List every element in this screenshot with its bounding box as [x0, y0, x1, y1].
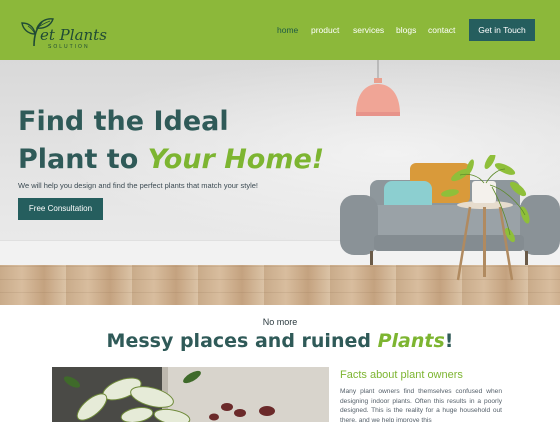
hero-title-accent: Your Home!	[147, 144, 325, 175]
sofa-illustration	[340, 155, 560, 281]
plants-photo-illustration	[52, 367, 329, 422]
brand-logo[interactable]: et Plants SOLUTION	[10, 8, 107, 50]
hero-title-plain: Plant to	[18, 144, 148, 175]
brand-name: et Plants	[40, 26, 107, 44]
hero-section: Find the Ideal Plant to Your Home! We wi…	[0, 60, 560, 305]
get-in-touch-button[interactable]: Get in Touch	[469, 19, 535, 41]
hero-title-line1: Find the Ideal	[18, 106, 229, 137]
brand-tagline: SOLUTION	[48, 44, 90, 50]
section-title: Messy places and ruined Plants!	[0, 330, 560, 352]
nav-link-blogs[interactable]: blogs	[396, 25, 416, 35]
free-consultation-button[interactable]: Free Consultation	[18, 198, 103, 220]
nav-link-product[interactable]: product	[311, 25, 339, 35]
pendant-lamp-illustration	[356, 60, 400, 116]
hero-title-line2: Plant to Your Home!	[18, 141, 324, 179]
hero-subtitle: We will help you design and find the per…	[18, 181, 258, 190]
nav-link-home[interactable]: home	[277, 25, 298, 35]
nav-link-contact[interactable]: contact	[428, 25, 455, 35]
section-title-accent: Plants	[377, 330, 445, 352]
nav-link-services[interactable]: services	[353, 25, 384, 35]
top-navbar: et Plants SOLUTION home product services…	[0, 0, 560, 60]
section-title-plain: Messy places and ruined	[106, 330, 378, 352]
facts-body: Many plant owners find themselves confus…	[340, 388, 502, 422]
plants-photo	[52, 367, 329, 422]
hero-title: Find the Ideal Plant to Your Home!	[18, 103, 324, 179]
facts-title: Facts about plant owners	[340, 369, 463, 381]
section-kicker: No more	[262, 317, 298, 327]
section-title-end: !	[444, 330, 454, 352]
